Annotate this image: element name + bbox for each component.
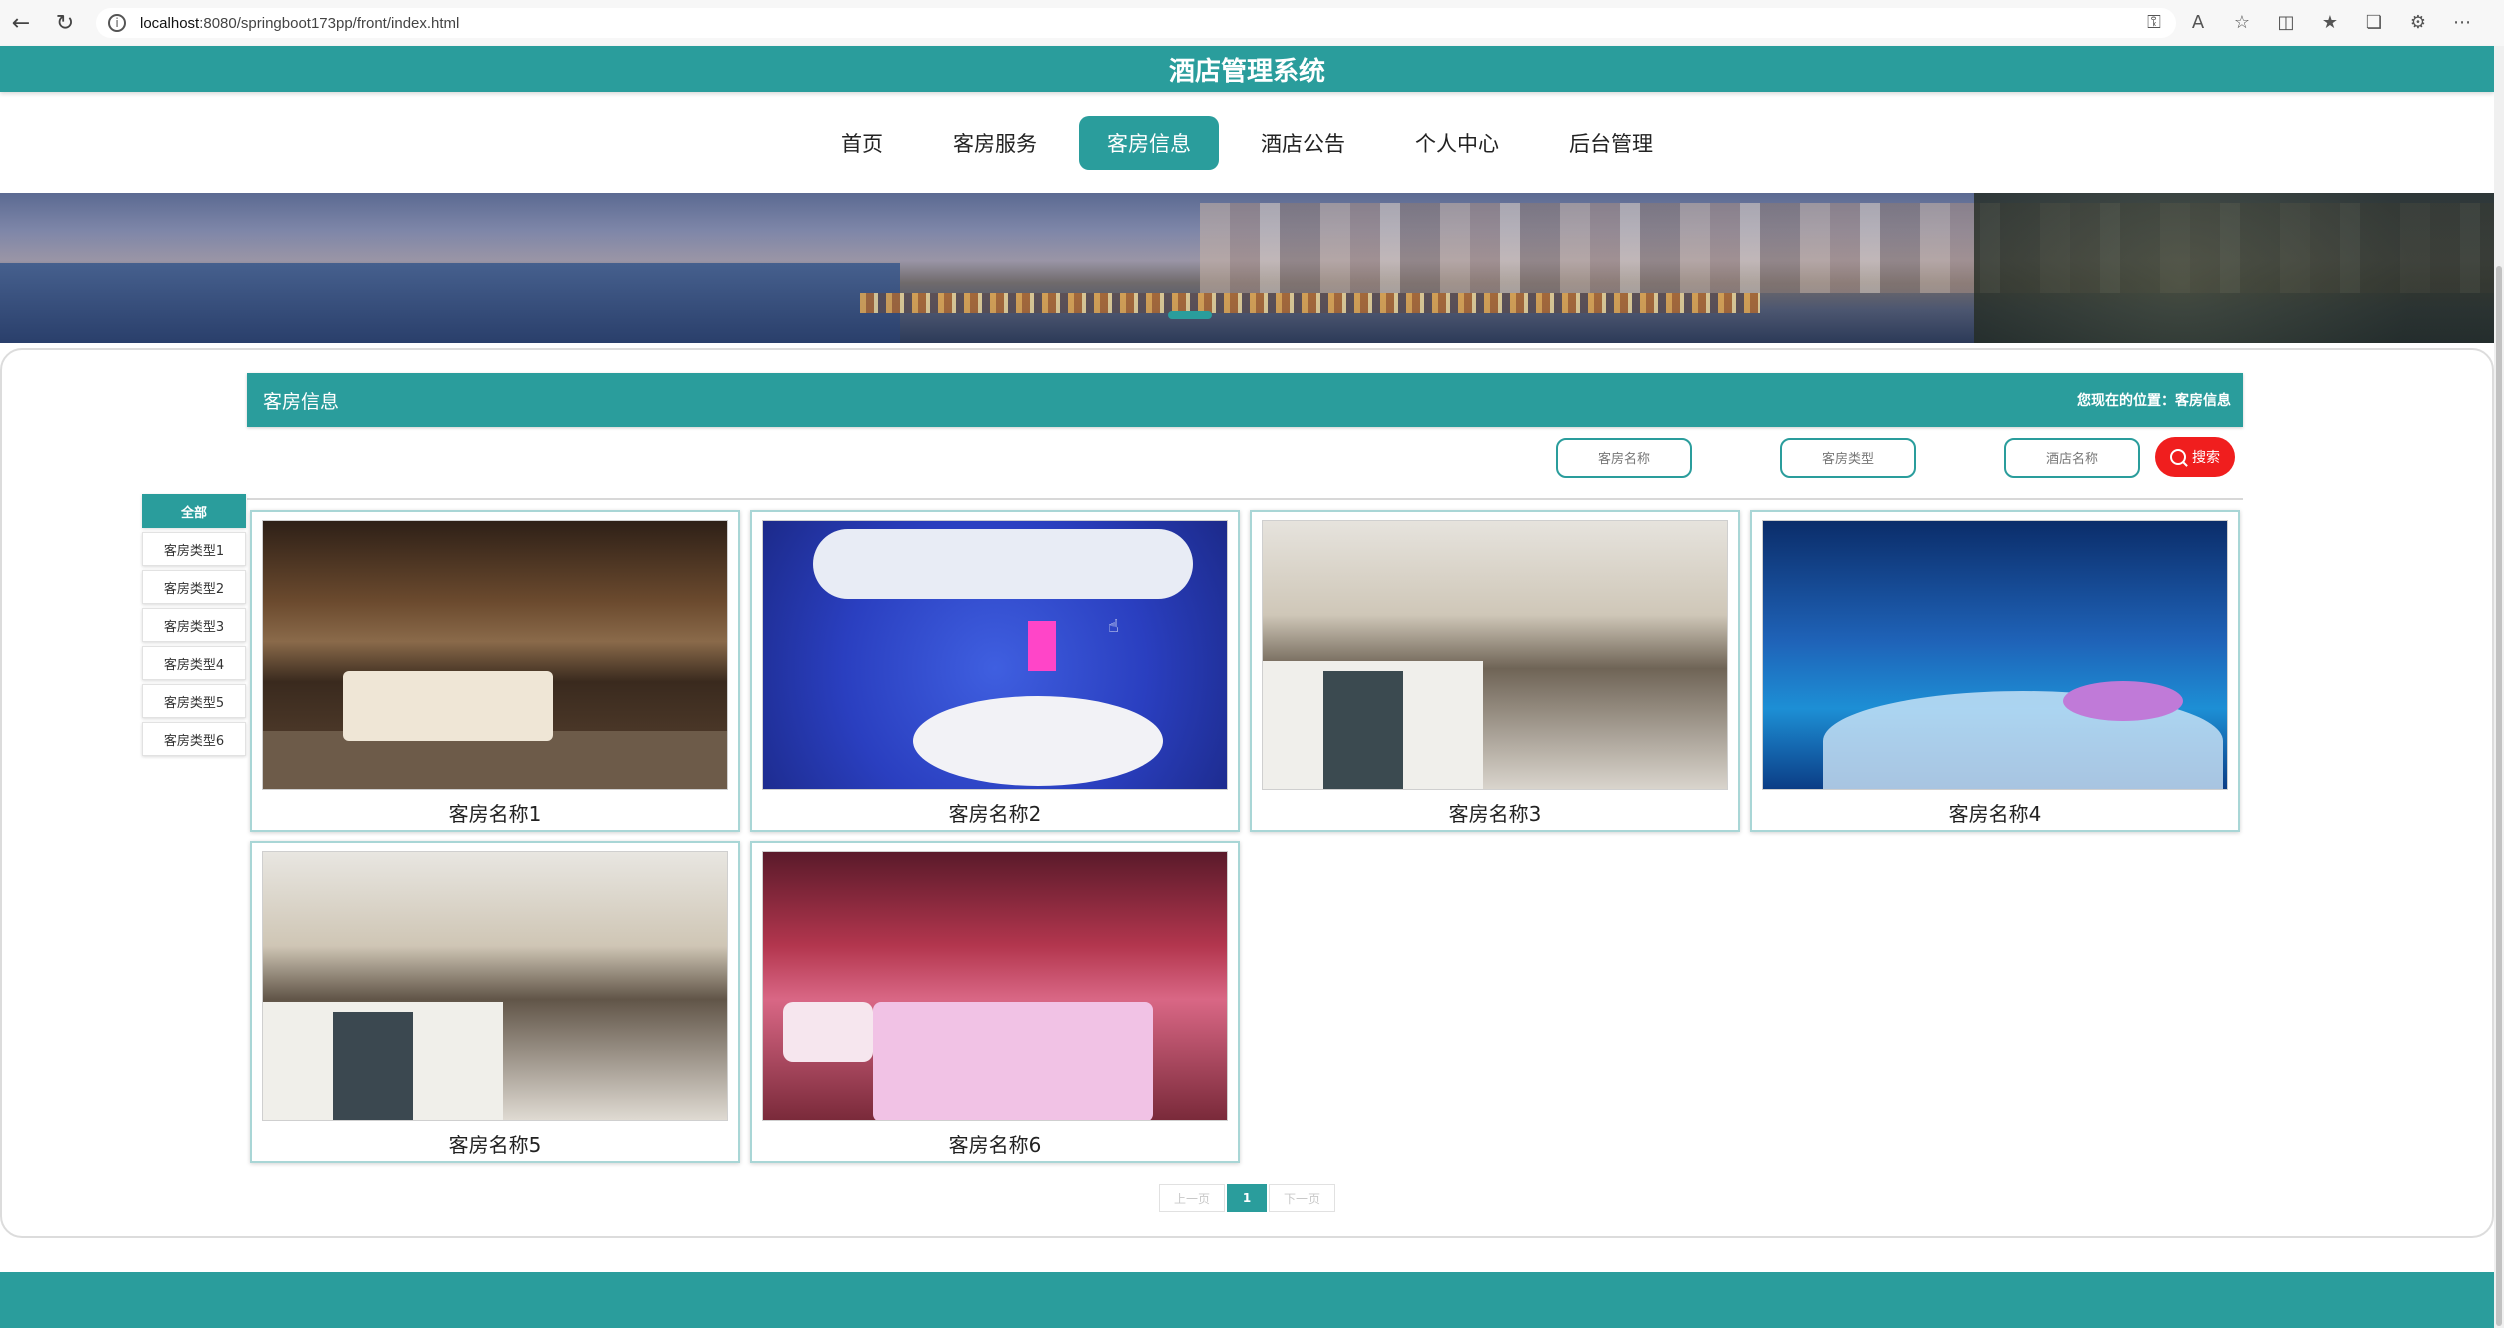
breadcrumb: 您现在的位置：客房信息	[2077, 393, 2231, 409]
section-header: 客房信息 您现在的位置：客房信息	[247, 373, 2243, 427]
category-all[interactable]: 全部	[142, 494, 246, 528]
site-info-icon[interactable]: i	[108, 14, 126, 32]
back-arrow-icon[interactable]: ←	[8, 10, 34, 36]
room-name[interactable]: 客房名称2	[752, 798, 1238, 827]
room-card[interactable]: 客房名称5	[250, 841, 740, 1163]
pagination: 上一页 1 下一页	[1159, 1184, 1335, 1212]
mouse-pointer-icon: ☝	[1108, 616, 1119, 637]
search-icon	[2170, 449, 2186, 465]
room-photo[interactable]	[762, 851, 1228, 1121]
room-card[interactable]: 客房名称2	[750, 510, 1240, 832]
room-card[interactable]: 客房名称4	[1750, 510, 2240, 832]
reload-icon[interactable]: ↻	[52, 10, 78, 36]
room-photo[interactable]	[262, 520, 728, 790]
hotel-name-search-input[interactable]	[2004, 438, 2140, 478]
nav-hotel-notice[interactable]: 酒店公告	[1233, 116, 1373, 170]
divider	[247, 498, 2243, 500]
category-type-5[interactable]: 客房类型5	[142, 684, 246, 718]
prev-page-button[interactable]: 上一页	[1159, 1184, 1225, 1212]
page-scrollbar[interactable]	[2494, 46, 2504, 1328]
room-card[interactable]: 客房名称3	[1250, 510, 1740, 832]
next-page-button[interactable]: 下一页	[1269, 1184, 1335, 1212]
browser-toolbar: ← ↻ i localhost:8080/springboot173pp/fro…	[0, 0, 2504, 47]
category-type-4[interactable]: 客房类型4	[142, 646, 246, 680]
site-title: 酒店管理系统	[0, 46, 2494, 92]
room-photo[interactable]	[262, 851, 728, 1121]
room-name[interactable]: 客房名称3	[1252, 798, 1738, 827]
room-name[interactable]: 客房名称4	[1752, 798, 2238, 827]
room-name[interactable]: 客房名称1	[252, 798, 738, 827]
carousel-indicator[interactable]	[1168, 311, 1212, 319]
room-photo[interactable]	[1262, 520, 1728, 790]
collections-icon[interactable]: ❏	[2362, 10, 2386, 34]
nav-personal-center[interactable]: 个人中心	[1387, 116, 1527, 170]
search-button[interactable]: 搜索	[2155, 437, 2235, 477]
url-text: localhost:8080/springboot173pp/front/ind…	[140, 14, 460, 32]
scrollbar-thumb[interactable]	[2496, 266, 2502, 1326]
room-photo[interactable]	[762, 520, 1228, 790]
key-icon[interactable]: ⚿	[2142, 10, 2166, 34]
category-type-2[interactable]: 客房类型2	[142, 570, 246, 604]
nav-admin[interactable]: 后台管理	[1541, 116, 1681, 170]
section-title: 客房信息	[263, 390, 340, 413]
main-nav: 首页 客房服务 客房信息 酒店公告 个人中心 后台管理	[0, 116, 2494, 172]
read-aloud-icon[interactable]: A	[2186, 10, 2210, 34]
room-name[interactable]: 客房名称5	[252, 1129, 738, 1158]
footer	[0, 1272, 2494, 1328]
split-screen-icon[interactable]: ◫	[2274, 10, 2298, 34]
banner-image	[0, 193, 2494, 343]
category-type-6[interactable]: 客房类型6	[142, 722, 246, 756]
category-list: 全部 客房类型1 客房类型2 客房类型3 客房类型4 客房类型5 客房类型6	[142, 494, 246, 760]
more-menu-icon[interactable]: ⋯	[2450, 10, 2474, 34]
browser-actions: ⚿ A ☆ ◫ ★ ❏ ⚙ ⋯	[2142, 10, 2474, 34]
nav-home[interactable]: 首页	[813, 116, 911, 170]
room-card[interactable]: 客房名称1	[250, 510, 740, 832]
room-card[interactable]: 客房名称6	[750, 841, 1240, 1163]
favorites-list-icon[interactable]: ★	[2318, 10, 2342, 34]
category-type-1[interactable]: 客房类型1	[142, 532, 246, 566]
room-photo[interactable]	[1762, 520, 2228, 790]
room-name-search-input[interactable]	[1556, 438, 1692, 478]
favorite-star-icon[interactable]: ☆	[2230, 10, 2254, 34]
room-type-search-input[interactable]	[1780, 438, 1916, 478]
extensions-icon[interactable]: ⚙	[2406, 10, 2430, 34]
nav-room-info[interactable]: 客房信息	[1079, 116, 1219, 170]
page-number-button[interactable]: 1	[1227, 1184, 1267, 1212]
nav-room-service[interactable]: 客房服务	[925, 116, 1065, 170]
room-name[interactable]: 客房名称6	[752, 1129, 1238, 1158]
address-bar[interactable]: i localhost:8080/springboot173pp/front/i…	[96, 8, 2176, 38]
category-type-3[interactable]: 客房类型3	[142, 608, 246, 642]
